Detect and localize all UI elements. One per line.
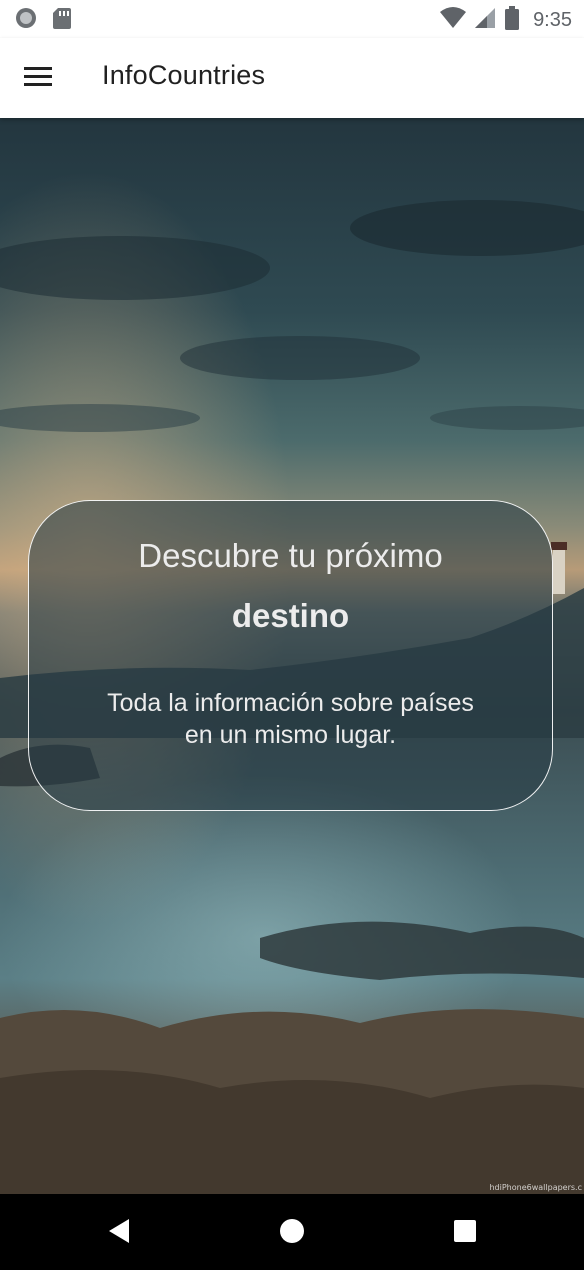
menu-button[interactable]	[18, 58, 58, 98]
hero-headline-emphasis: destino	[231, 597, 350, 634]
home-icon	[278, 1217, 306, 1250]
recents-button[interactable]	[448, 1216, 482, 1250]
home-screen: 9:35 InfoCountries hdiPhone6wallpapers.c…	[0, 0, 584, 1270]
back-icon	[107, 1217, 131, 1250]
home-button[interactable]	[275, 1216, 309, 1250]
battery-icon	[505, 6, 520, 35]
cell-signal-icon	[475, 6, 497, 35]
sd-card-icon	[52, 6, 72, 35]
status-time: 9:35	[533, 9, 572, 31]
hero-headline: Descubre tu próximo	[138, 537, 443, 574]
wifi-icon	[439, 6, 467, 35]
hero-card: Descubre tu próximo destino Toda la info…	[28, 500, 553, 811]
hero-subtitle: Toda la información sobre países en un m…	[107, 689, 474, 749]
status-bar: 9:35	[0, 0, 584, 38]
main-content: hdiPhone6wallpapers.c Descubre tu próxim…	[0, 118, 584, 1194]
back-button[interactable]	[102, 1216, 136, 1250]
navigation-bar	[0, 1194, 584, 1270]
app-title: InfoCountries	[102, 60, 266, 90]
app-bar: InfoCountries	[0, 38, 584, 118]
recents-icon	[452, 1218, 478, 1249]
watermark-text: hdiPhone6wallpapers.c	[489, 1183, 582, 1192]
record-icon	[14, 6, 38, 35]
hamburger-menu-icon	[24, 65, 52, 92]
